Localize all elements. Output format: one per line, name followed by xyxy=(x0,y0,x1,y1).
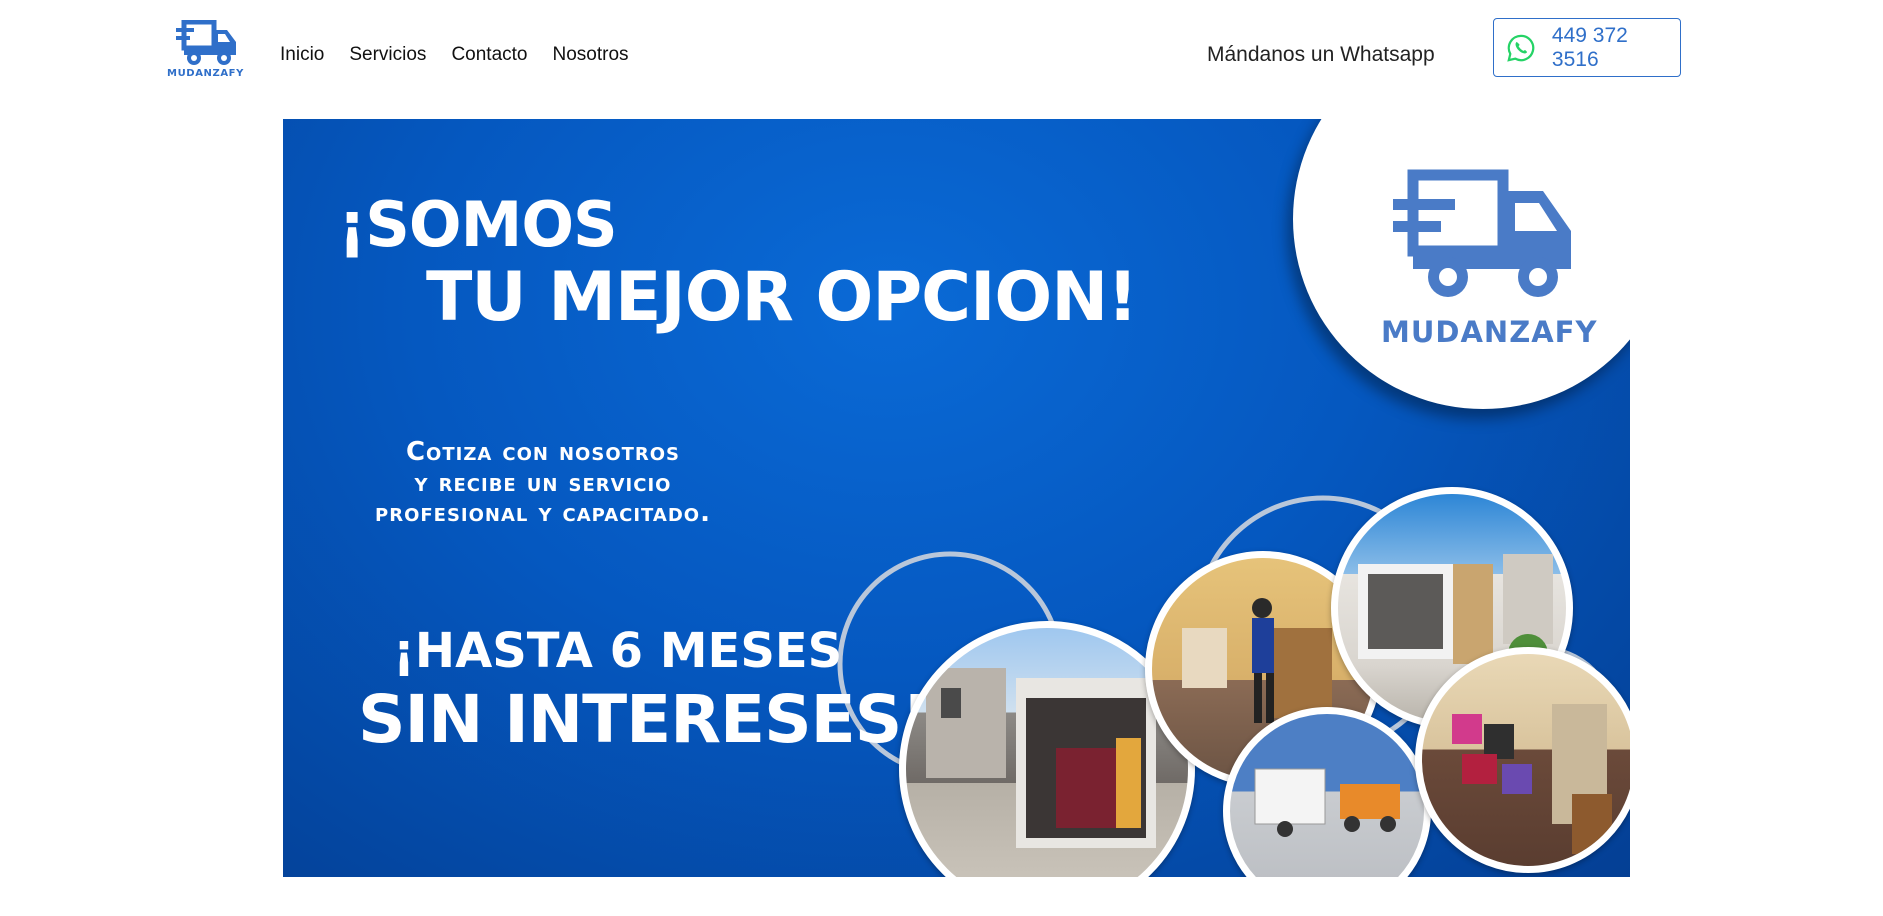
hero-banner: ¡SOMOS TU MEJOR OPCION! Cotiza con nosot… xyxy=(283,119,1630,877)
subheadline-line3: profesional y capacitado. xyxy=(375,498,711,529)
nav-item-nosotros[interactable]: Nosotros xyxy=(552,44,628,66)
whatsapp-number: 449 372 3516 xyxy=(1551,23,1628,71)
promo-line2: SIN INTERESES! xyxy=(358,681,931,758)
truck-icon xyxy=(175,20,236,65)
whatsapp-prompt: Mándanos un Whatsapp xyxy=(1207,43,1435,66)
main-nav: Inicio Servicios Contacto Nosotros xyxy=(280,44,654,66)
brand-name: MUDANZAFY xyxy=(1381,315,1598,349)
nav-item-inicio[interactable]: Inicio xyxy=(280,44,324,66)
site-logo[interactable]: MUDANZAFY xyxy=(163,20,248,92)
truck-icon xyxy=(1393,169,1571,297)
nav-item-contacto[interactable]: Contacto xyxy=(451,44,527,66)
promo-line1: ¡HASTA 6 MESES xyxy=(393,623,843,679)
subheadline: Cotiza con nosotros y recibe un servicio… xyxy=(343,437,743,529)
whatsapp-button[interactable]: 449 372 3516 xyxy=(1493,18,1681,77)
photo-bags-truck xyxy=(1415,647,1630,873)
headline-line2: TU MEJOR OPCION! xyxy=(426,258,1138,337)
subheadline-line2: y recibe un servicio xyxy=(414,467,672,498)
nav-item-servicios[interactable]: Servicios xyxy=(349,44,426,66)
site-header: MUDANZAFY Inicio Servicios Contacto Noso… xyxy=(0,0,1883,110)
whatsapp-icon xyxy=(1507,34,1535,62)
subheadline-line1: Cotiza con nosotros xyxy=(405,437,681,467)
headline-line1: ¡SOMOS xyxy=(338,188,618,261)
logo-text: MUDANZAFY xyxy=(167,68,244,79)
